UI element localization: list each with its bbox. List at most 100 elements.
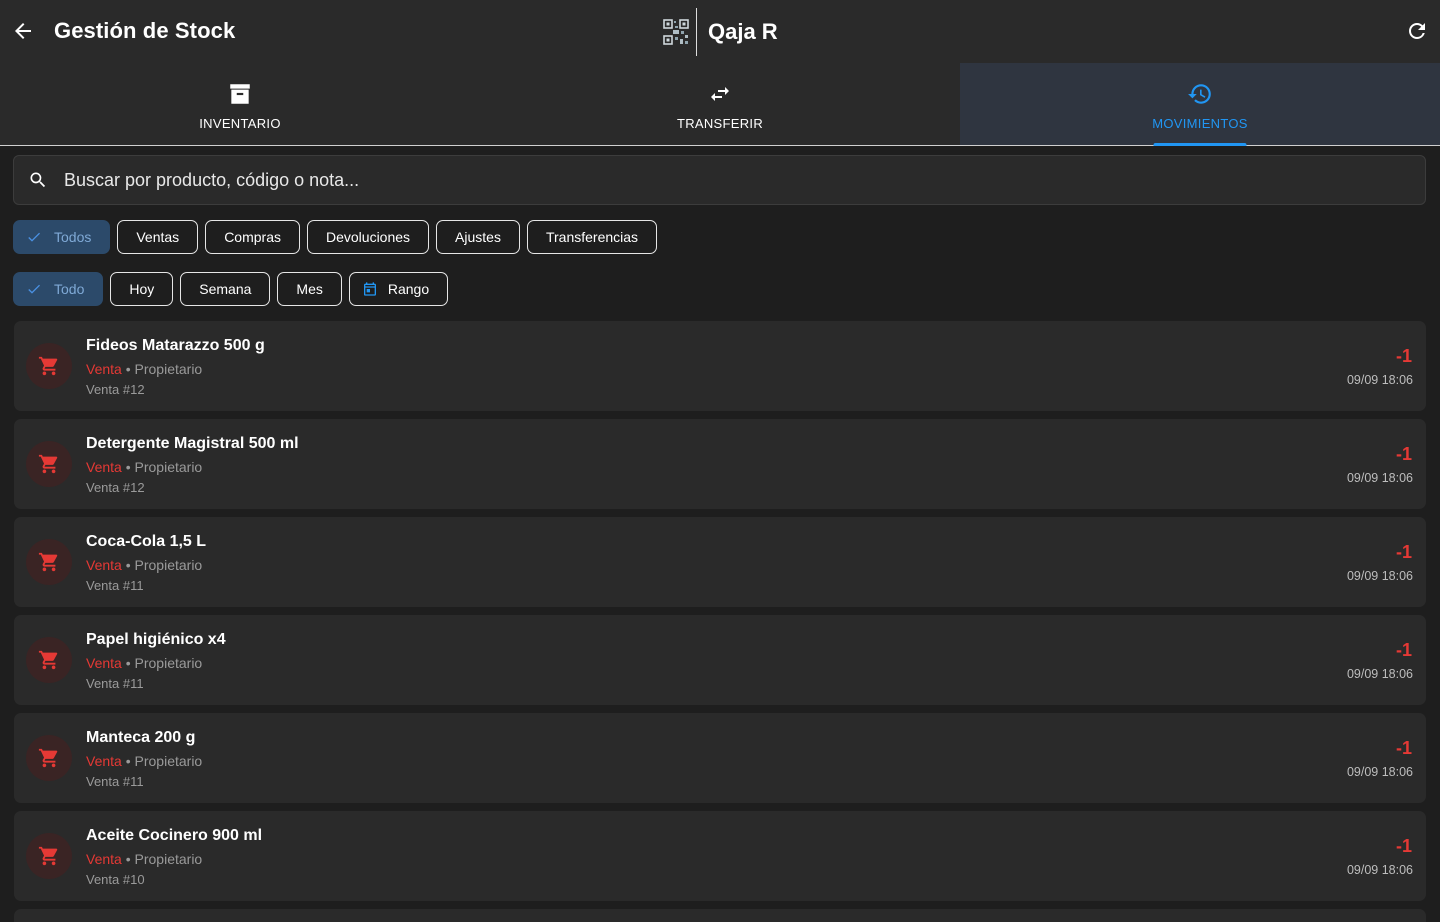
arrow-left-icon bbox=[15, 23, 31, 39]
movement-list: Fideos Matarazzo 500 g Venta • Propietar… bbox=[14, 321, 1426, 922]
list-item-partial[interactable] bbox=[14, 909, 1426, 922]
chip-label: Ajustes bbox=[455, 229, 501, 245]
movement-type: Venta bbox=[86, 459, 122, 475]
calendar-icon bbox=[363, 282, 376, 296]
movement-quantity: -1 bbox=[1395, 836, 1412, 856]
movement-timestamp: 09/09 18:06 bbox=[1346, 667, 1413, 681]
meta-separator: • bbox=[121, 361, 135, 377]
shopping-cart-icon bbox=[38, 748, 58, 768]
movement-type: Venta bbox=[86, 361, 122, 377]
chip-label: Transferencias bbox=[545, 229, 639, 245]
brand-name: Qaja R bbox=[708, 19, 778, 44]
movement-user: Propietario bbox=[134, 557, 203, 573]
movement-quantity: -1 bbox=[1395, 346, 1412, 366]
chip-ventas[interactable]: Ventas bbox=[117, 220, 199, 254]
movement-meta: Venta • Propietario bbox=[86, 557, 202, 573]
shopping-cart-icon bbox=[38, 846, 58, 866]
chip-label: Devoluciones bbox=[325, 229, 411, 245]
movement-note: Venta #11 bbox=[86, 578, 144, 593]
chip-label: Semana bbox=[199, 281, 252, 297]
check-icon bbox=[28, 284, 40, 294]
avatar bbox=[26, 343, 72, 389]
movement-type: Venta bbox=[86, 557, 122, 573]
search-input[interactable] bbox=[64, 169, 1364, 191]
search-bar[interactable] bbox=[13, 155, 1426, 205]
movement-meta: Venta • Propietario bbox=[86, 459, 202, 475]
avatar bbox=[26, 637, 72, 683]
chip-label: Mes bbox=[296, 281, 323, 297]
page-title: Gestión de Stock bbox=[54, 18, 236, 43]
app-bar: Gestión de Stock Qaja R bbox=[0, 0, 1440, 63]
movement-type: Venta bbox=[86, 851, 122, 867]
product-name: Aceite Cocinero 900 ml bbox=[86, 827, 263, 844]
movement-meta: Venta • Propietario bbox=[86, 361, 202, 377]
swap-arrows-icon bbox=[711, 87, 729, 101]
chip-compras[interactable]: Compras bbox=[205, 220, 300, 254]
movement-meta: Venta • Propietario bbox=[86, 655, 202, 671]
shopping-cart-icon bbox=[38, 650, 58, 670]
active-tab-indicator bbox=[1153, 143, 1247, 146]
chip-label: Todo bbox=[54, 281, 85, 297]
movement-quantity: -1 bbox=[1395, 738, 1412, 758]
movement-note: Venta #12 bbox=[86, 480, 145, 495]
list-item[interactable]: Manteca 200 g Venta • Propietario Venta … bbox=[14, 713, 1426, 803]
shopping-cart-icon bbox=[38, 356, 58, 376]
list-item[interactable]: Detergente Magistral 500 ml Venta • Prop… bbox=[14, 419, 1426, 509]
avatar bbox=[26, 833, 72, 879]
chip-ajustes[interactable]: Ajustes bbox=[436, 220, 520, 254]
movement-user: Propietario bbox=[134, 851, 203, 867]
product-name: Coca-Cola 1,5 L bbox=[86, 533, 207, 550]
tab-label: MOVIMIENTOS bbox=[1152, 116, 1248, 131]
movement-timestamp: 09/09 18:06 bbox=[1346, 471, 1413, 485]
product-name: Papel higiénico x4 bbox=[86, 631, 226, 648]
avatar bbox=[26, 441, 72, 487]
tab-inventario[interactable]: INVENTARIO bbox=[0, 63, 480, 145]
chip-todo[interactable]: Todo bbox=[13, 272, 104, 306]
chip-mes[interactable]: Mes bbox=[277, 272, 342, 306]
tab-label: INVENTARIO bbox=[199, 116, 281, 131]
list-item[interactable]: Papel higiénico x4 Venta • Propietario V… bbox=[14, 615, 1426, 705]
period-filter-chips: Todo Hoy Semana Mes Rango bbox=[13, 272, 449, 306]
product-name: Manteca 200 g bbox=[86, 729, 196, 746]
movement-timestamp: 09/09 18:06 bbox=[1346, 569, 1413, 583]
movement-user: Propietario bbox=[134, 753, 203, 769]
shopping-cart-icon bbox=[38, 552, 58, 572]
tab-movimientos[interactable]: MOVIMIENTOS bbox=[960, 63, 1440, 146]
refresh-icon bbox=[1409, 23, 1425, 39]
meta-separator: • bbox=[121, 459, 135, 475]
movement-note: Venta #11 bbox=[86, 676, 144, 691]
type-filter-chips: Todos Ventas Compras Devoluciones Ajuste… bbox=[13, 220, 658, 254]
chip-label: Compras bbox=[224, 229, 281, 245]
brand-logo: Qaja R bbox=[662, 8, 778, 56]
movement-timestamp: 09/09 18:06 bbox=[1346, 765, 1413, 779]
back-button[interactable] bbox=[10, 18, 36, 44]
refresh-button[interactable] bbox=[1404, 18, 1430, 44]
chip-transferencias[interactable]: Transferencias bbox=[526, 220, 658, 254]
chip-devoluciones[interactable]: Devoluciones bbox=[306, 220, 430, 254]
chip-label: Rango bbox=[387, 281, 430, 297]
search-icon bbox=[30, 172, 46, 188]
movement-user: Propietario bbox=[134, 459, 203, 475]
meta-separator: • bbox=[121, 655, 135, 671]
chip-semana[interactable]: Semana bbox=[180, 272, 271, 306]
movement-quantity: -1 bbox=[1395, 444, 1412, 464]
list-item[interactable]: Aceite Cocinero 900 ml Venta • Propietar… bbox=[14, 811, 1426, 901]
movement-timestamp: 09/09 18:06 bbox=[1346, 863, 1413, 877]
movement-type: Venta bbox=[86, 753, 122, 769]
movement-note: Venta #11 bbox=[86, 774, 144, 789]
chip-hoy[interactable]: Hoy bbox=[110, 272, 174, 306]
brand-divider bbox=[696, 8, 697, 56]
list-item[interactable]: Fideos Matarazzo 500 g Venta • Propietar… bbox=[14, 321, 1426, 411]
tab-transferir[interactable]: TRANSFERIR bbox=[480, 63, 960, 145]
movement-meta: Venta • Propietario bbox=[86, 851, 202, 867]
avatar bbox=[26, 539, 72, 585]
product-name: Detergente Magistral 500 ml bbox=[86, 435, 299, 452]
list-item[interactable]: Coca-Cola 1,5 L Venta • Propietario Vent… bbox=[14, 517, 1426, 607]
movement-type: Venta bbox=[86, 655, 122, 671]
meta-separator: • bbox=[121, 557, 135, 573]
history-icon bbox=[1188, 84, 1211, 104]
meta-separator: • bbox=[121, 851, 135, 867]
chip-rango[interactable]: Rango bbox=[348, 272, 449, 306]
chip-todos[interactable]: Todos bbox=[13, 220, 111, 254]
shopping-cart-icon bbox=[38, 454, 58, 474]
